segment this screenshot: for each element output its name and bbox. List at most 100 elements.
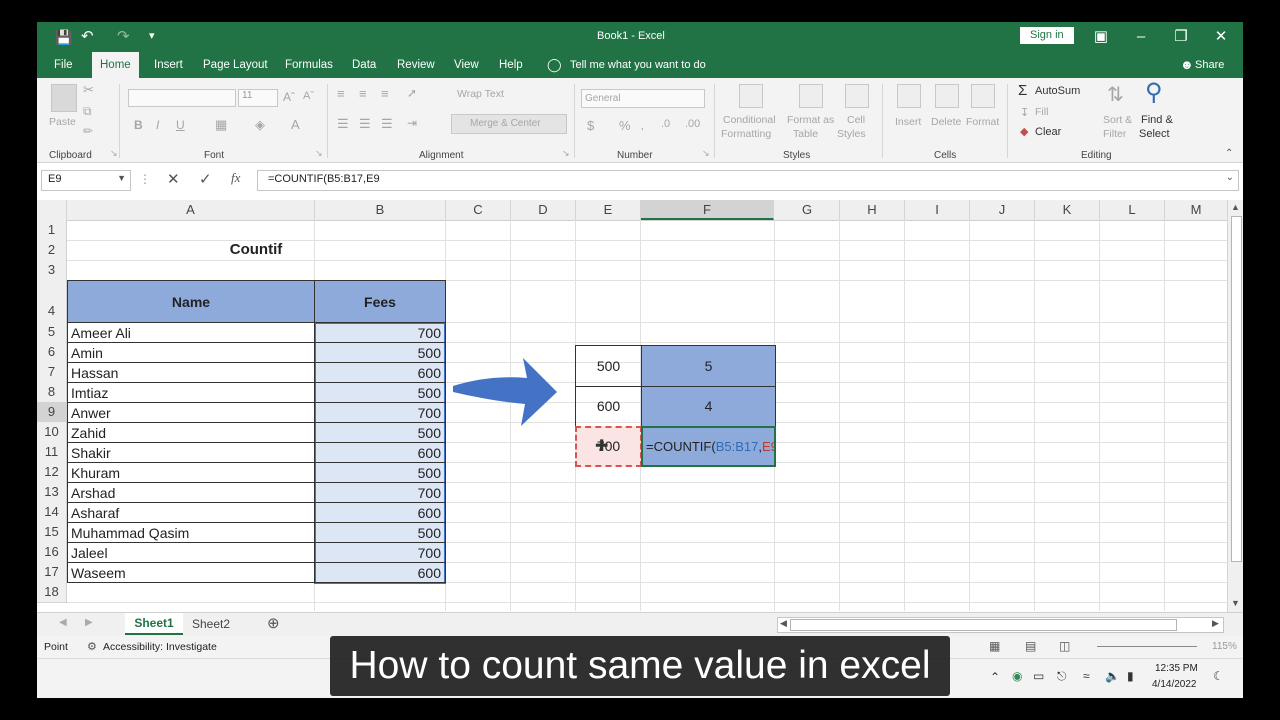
tell-me-search[interactable]: Tell me what you want to do: [570, 52, 706, 78]
column-header-i[interactable]: I: [905, 200, 970, 220]
insert-function-icon[interactable]: fx: [231, 170, 240, 186]
align-center-icon[interactable]: ☰: [359, 116, 371, 132]
display-icon[interactable]: ▭: [1033, 669, 1044, 683]
name-cell[interactable]: Khuram: [67, 462, 315, 483]
format-cells-button[interactable]: Format: [966, 116, 999, 128]
font-color-icon[interactable]: A: [291, 117, 300, 132]
normal-view-icon[interactable]: ▦: [989, 639, 1000, 653]
share-icon[interactable]: ☻: [1180, 52, 1194, 78]
lookup-value-cell[interactable]: 600: [575, 386, 642, 427]
count-result-cell[interactable]: 5: [641, 345, 776, 387]
cut-icon[interactable]: ✂: [83, 82, 94, 98]
paste-button[interactable]: Paste: [49, 116, 76, 128]
row-header-14[interactable]: 14: [37, 502, 67, 523]
row-header-4[interactable]: 4: [37, 280, 67, 323]
worksheet-grid[interactable]: 1 2 3 4 5 6 7 8 9 10 11 12 13 14 15 16 1…: [37, 220, 1227, 611]
row-header-7[interactable]: 7: [37, 362, 67, 383]
sign-in-button[interactable]: Sign in: [1020, 27, 1074, 44]
row-header-16[interactable]: 16: [37, 542, 67, 563]
increase-decimal-icon[interactable]: .0: [661, 118, 670, 130]
fee-cell[interactable]: 700: [314, 402, 446, 423]
page-layout-view-icon[interactable]: ▤: [1025, 639, 1036, 653]
decrease-decimal-icon[interactable]: .00: [685, 118, 700, 130]
column-header-e[interactable]: E: [576, 200, 641, 220]
delete-cells-icon[interactable]: [935, 84, 959, 108]
italic-button[interactable]: I: [156, 118, 159, 132]
column-header-j[interactable]: J: [970, 200, 1035, 220]
fill-button[interactable]: Fill: [1035, 106, 1048, 118]
sort-filter-label1[interactable]: Sort &: [1103, 114, 1132, 126]
accessibility-icon[interactable]: ⚙: [87, 640, 97, 653]
lookup-value-cell[interactable]: 500: [575, 345, 642, 387]
row-header-9[interactable]: 9: [37, 402, 67, 423]
scroll-right-icon[interactable]: ▶: [1212, 618, 1219, 629]
find-select-icon[interactable]: ⚲: [1145, 78, 1163, 107]
name-cell[interactable]: Arshad: [67, 482, 315, 503]
column-header-k[interactable]: K: [1035, 200, 1100, 220]
column-header-c[interactable]: C: [446, 200, 511, 220]
name-cell[interactable]: Ameer Ali: [67, 322, 315, 343]
bold-button[interactable]: B: [134, 118, 143, 132]
row-header-11[interactable]: 11: [37, 442, 67, 463]
name-box[interactable]: E9 ▼: [41, 170, 131, 191]
new-sheet-icon[interactable]: ⊕: [267, 614, 280, 632]
fee-cell[interactable]: 600: [314, 442, 446, 463]
header-fees[interactable]: Fees: [314, 280, 446, 323]
merge-center-button[interactable]: Merge & Center: [451, 114, 567, 134]
fee-cell[interactable]: 600: [314, 362, 446, 383]
minimize-icon[interactable]: –: [1121, 22, 1161, 52]
redo-icon[interactable]: ↷: [117, 27, 130, 45]
name-cell[interactable]: Imtiaz: [67, 382, 315, 403]
header-name[interactable]: Name: [67, 280, 315, 323]
comma-style-icon[interactable]: ‚: [641, 118, 644, 132]
name-box-dropdown-icon[interactable]: ▼: [117, 173, 126, 183]
orientation-icon[interactable]: ➚: [407, 86, 417, 100]
conditional-formatting-label1[interactable]: Conditional: [723, 114, 776, 126]
name-cell[interactable]: Anwer: [67, 402, 315, 423]
insert-cells-icon[interactable]: [897, 84, 921, 108]
find-select-label1[interactable]: Find &: [1141, 114, 1173, 126]
volume-icon[interactable]: 🔈: [1105, 669, 1120, 683]
row-header-2[interactable]: 2: [37, 240, 67, 261]
scroll-left-icon[interactable]: ◀: [780, 618, 787, 629]
fee-cell[interactable]: 600: [314, 562, 446, 583]
fee-cell[interactable]: 500: [314, 522, 446, 543]
align-middle-icon[interactable]: ≡: [359, 86, 367, 101]
font-launcher-icon[interactable]: ↘: [315, 148, 323, 159]
maximize-icon[interactable]: ❐: [1161, 22, 1201, 52]
wifi-icon[interactable]: ≈: [1083, 669, 1090, 683]
name-cell[interactable]: Shakir: [67, 442, 315, 463]
indent-icon[interactable]: ⇥: [407, 116, 417, 130]
row-header-8[interactable]: 8: [37, 382, 67, 403]
autosum-icon[interactable]: Σ: [1018, 82, 1027, 99]
save-icon[interactable]: 💾: [55, 29, 72, 46]
align-top-icon[interactable]: ≡: [337, 86, 345, 101]
number-launcher-icon[interactable]: ↘: [702, 148, 710, 159]
zoom-slider[interactable]: [1097, 646, 1197, 647]
row-header-1[interactable]: 1: [37, 220, 67, 241]
undo-icon[interactable]: ↶: [81, 27, 94, 45]
align-left-icon[interactable]: ☰: [337, 116, 349, 132]
row-header-13[interactable]: 13: [37, 482, 67, 503]
prev-sheet-icon[interactable]: ◀: [59, 617, 67, 628]
percent-button[interactable]: %: [619, 118, 631, 133]
zoom-level[interactable]: 115%: [1212, 641, 1237, 652]
fee-cell[interactable]: 700: [314, 542, 446, 563]
accessibility-status[interactable]: Accessibility: Investigate: [103, 641, 217, 653]
fee-cell[interactable]: 700: [314, 482, 446, 503]
find-select-label2[interactable]: Select: [1139, 128, 1170, 140]
conditional-formatting-icon[interactable]: [739, 84, 763, 108]
tab-formulas[interactable]: Formulas: [285, 52, 333, 78]
increase-font-icon[interactable]: Aˆ: [283, 90, 295, 104]
copy-icon[interactable]: ⧉: [83, 104, 92, 119]
column-header-f[interactable]: F: [641, 200, 774, 220]
name-cell[interactable]: Jaleel: [67, 542, 315, 563]
format-as-table-label2[interactable]: Table: [793, 128, 818, 140]
wrap-text-button[interactable]: Wrap Text: [457, 88, 504, 100]
conditional-formatting-label2[interactable]: Formatting: [721, 128, 771, 140]
currency-button[interactable]: $: [587, 118, 594, 133]
fill-icon[interactable]: ↧: [1020, 106, 1029, 119]
next-sheet-icon[interactable]: ▶: [85, 617, 93, 628]
close-icon[interactable]: ✕: [1201, 22, 1241, 52]
row-header-6[interactable]: 6: [37, 342, 67, 363]
